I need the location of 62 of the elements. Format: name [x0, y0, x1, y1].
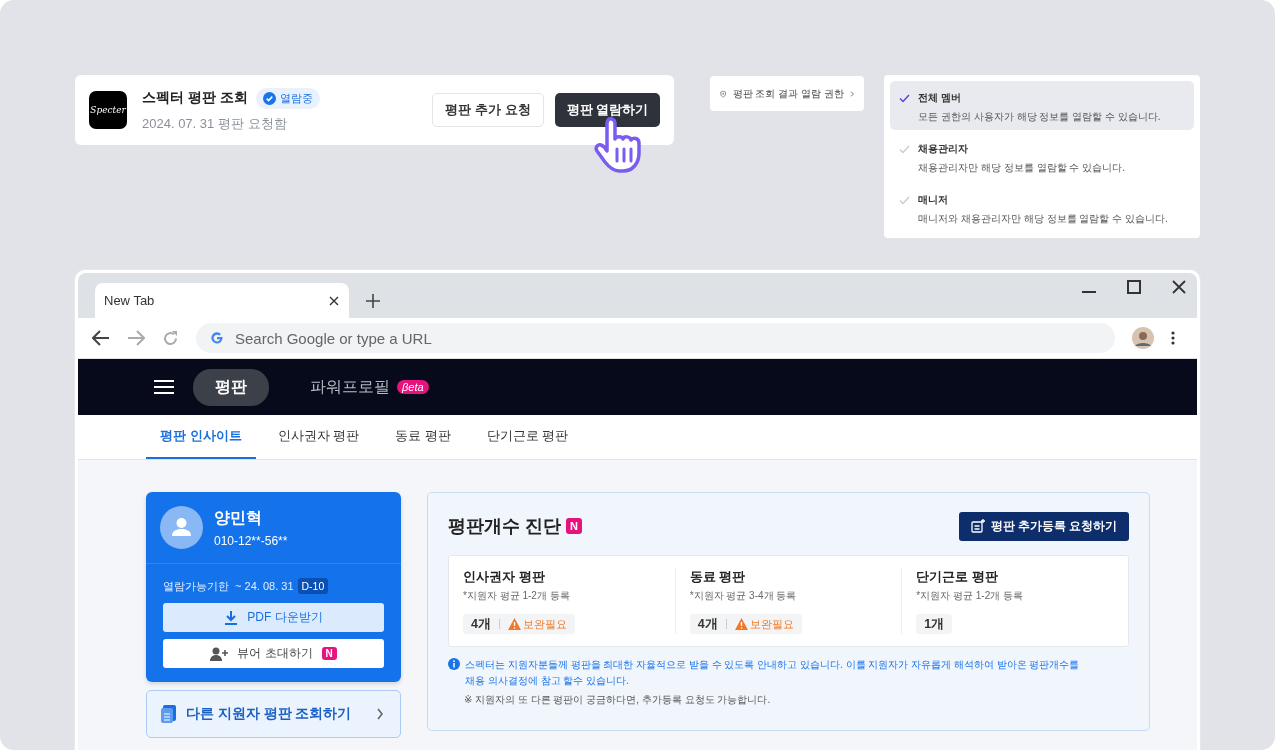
category-hint: *지원자 평균 1-2개 등록 [916, 589, 1025, 603]
sub-tab[interactable]: 단기근로 평판 [472, 415, 583, 459]
avatar-icon[interactable] [1132, 327, 1154, 349]
avatar-icon [160, 506, 203, 549]
invite-viewer-button[interactable]: 뷰어 초대하기 N [163, 639, 384, 668]
category-hint: *지원자 평균 1-2개 등록 [463, 589, 571, 603]
new-badge: N [566, 518, 582, 534]
address-field[interactable]: Search Google or type a URL [196, 323, 1115, 353]
warning-text: 보완필요 [749, 616, 794, 632]
diagnosis-title: 평판개수 진단 [448, 515, 561, 538]
permission-button[interactable]: 평판 조회 결과 열람 권한 [710, 76, 865, 111]
request-date: 2024. 07. 31 평판 요청함 [142, 114, 288, 133]
warning-text: 보완필요 [522, 616, 567, 632]
category-hint: *지원자 평균 3-4개 등록 [689, 589, 798, 603]
permission-option[interactable]: 매니저 매니저와 채용관리자만 해당 정보를 열람할 수 있습니다. [890, 183, 1194, 232]
warning-icon [507, 618, 521, 630]
note-text: ※ 지원자의 또 다른 평판이 궁금하다면, 추가등록 요청도 가능합니다. [464, 693, 772, 707]
review-count: 4개 [471, 615, 491, 633]
chevron-right-icon [849, 88, 855, 99]
browser-tab[interactable]: New Tab [95, 283, 349, 318]
category-title: 단기근로 평판 [916, 568, 999, 586]
sub-tab[interactable]: 동료 평판 [381, 415, 465, 459]
category-title: 인사권자 평판 [463, 568, 546, 586]
status-badge: 열람중 [255, 87, 320, 109]
other-candidate-button[interactable]: 다른 지원자 평판 조회하기 [146, 690, 401, 738]
menu-icon[interactable] [154, 380, 174, 394]
permission-option[interactable]: 채용관리자 채용관리자만 해당 정보를 열람할 수 있습니다. [890, 132, 1194, 181]
back-arrow-icon[interactable] [92, 330, 110, 346]
info-text: 스펙터는 지원자분들께 평판을 최대한 자율적으로 받을 수 있도록 안내하고 있습니다. 이를 지원자가 자유롭게 해석하여 받아온 평판개수를 채용 의사결정에 참고 할수 있습니다. [465, 658, 1081, 688]
download-icon [224, 610, 239, 625]
pdf-download-button[interactable]: PDF 다운받기 [163, 603, 384, 632]
review-count: 4개 [697, 615, 718, 633]
deadline-text: 열람가능기한 ~ 24. 08. 31 [163, 578, 294, 594]
check-icon [899, 145, 911, 154]
category-title: 동료 평판 [689, 568, 747, 586]
permission-option[interactable]: 전체 멤버 모든 권한의 사용자가 해당 정보를 열람할 수 있습니다. [890, 81, 1194, 130]
logo: Specter [89, 91, 127, 129]
add-user-icon [210, 646, 229, 661]
g-logo-icon [210, 331, 224, 345]
check-icon [899, 94, 911, 103]
more-icon[interactable] [1171, 331, 1175, 345]
check-circle-icon [262, 91, 276, 105]
add-document-icon [970, 519, 985, 533]
candidate-name: 양민혁 [214, 507, 263, 528]
d-day-badge: D-10 [297, 578, 329, 594]
review-count: 1개 [924, 615, 945, 633]
beta-badge: βeta [397, 380, 429, 394]
document-icon [161, 705, 177, 723]
warning-icon [734, 618, 748, 630]
request-more-button[interactable]: 평판 추가 요청 [432, 93, 544, 127]
phone-number: 010-12**-56** [214, 533, 288, 548]
nav-tab[interactable]: 평판 [193, 368, 269, 406]
close-icon[interactable] [329, 295, 339, 306]
sub-tab[interactable]: 인사권자 평판 [263, 415, 374, 459]
new-tab-icon[interactable] [366, 294, 380, 308]
maximize-icon[interactable] [1127, 280, 1141, 294]
request-title: 스펙터 평판 조회 [142, 89, 248, 107]
info-icon [448, 658, 460, 670]
close-icon[interactable] [1172, 280, 1186, 294]
chevron-right-icon [376, 708, 384, 720]
check-icon [899, 196, 911, 205]
request-registration-button[interactable]: 평판 추가등록 요청하기 [958, 511, 1129, 541]
